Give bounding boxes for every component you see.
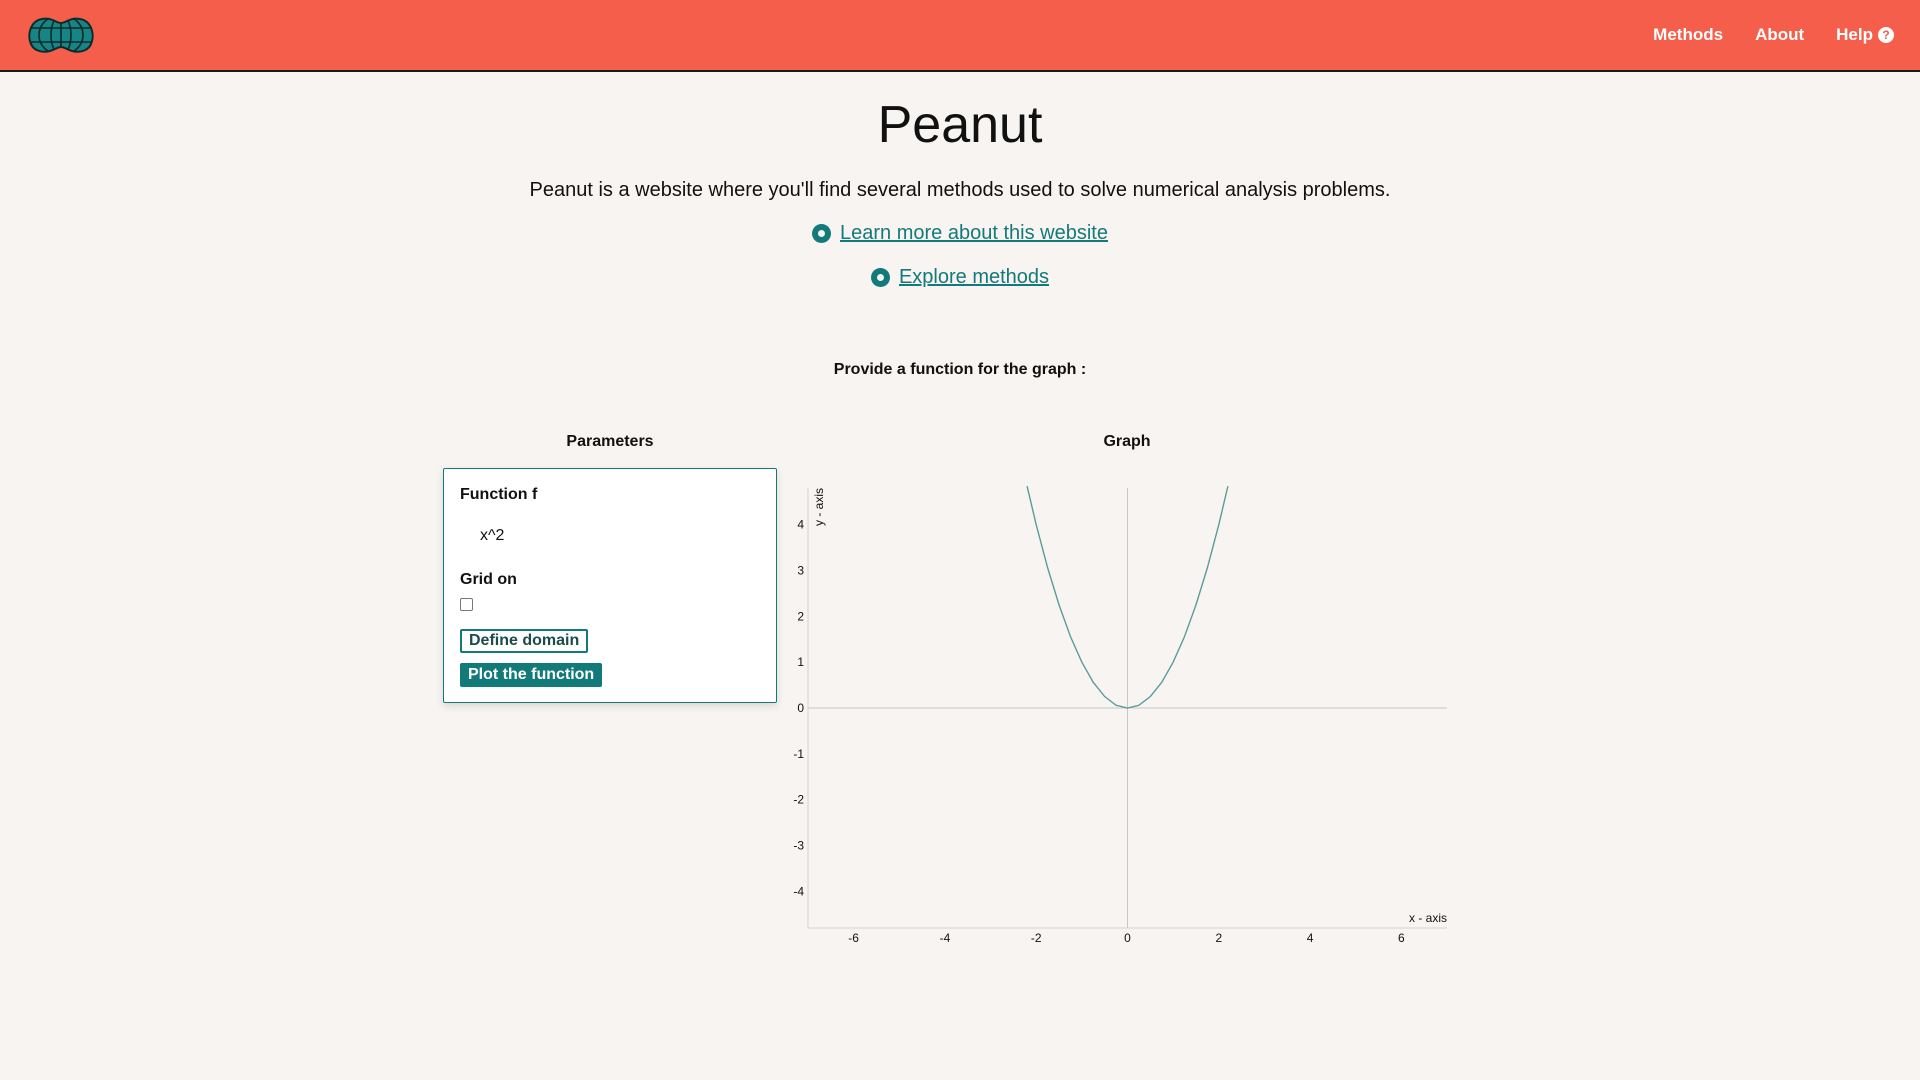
x-tick-label: 6 — [1398, 931, 1405, 945]
y-tick-label: -2 — [793, 793, 804, 807]
plot-function-button[interactable]: Plot the function — [460, 663, 603, 687]
function-graph: -6 -4 -2 0 2 4 6 4 3 2 1 0 -1 -2 -3 -4 x - axis y - axis — [793, 486, 1447, 945]
nav-about-label: About — [1755, 25, 1805, 44]
y-axis-label: y - axis — [812, 488, 826, 526]
x-tick-label: -2 — [1031, 931, 1042, 945]
nav-methods-label: Methods — [1653, 25, 1724, 44]
grid-label: Grid on — [460, 571, 517, 588]
y-tick-label: -4 — [793, 884, 804, 898]
learn-more-row: Learn more about this website — [0, 222, 1920, 245]
nav-links: Methods About Help ? — [1621, 0, 1894, 70]
explore-methods-row: Explore methods — [0, 266, 1920, 289]
graph-heading: Graph — [1103, 433, 1151, 450]
y-tick-label: 2 — [797, 609, 804, 623]
y-tick-label: 3 — [797, 564, 804, 578]
question-circle-icon: ? — [1878, 27, 1894, 43]
learn-more-link[interactable]: Learn more about this website — [840, 222, 1108, 245]
function-label: Function f — [460, 486, 538, 503]
nav-help-label: Help — [1836, 25, 1873, 44]
page-title: Peanut — [877, 96, 1043, 154]
x-tick-label: 2 — [1215, 931, 1222, 945]
define-domain-button[interactable]: Define domain — [460, 629, 589, 653]
nav-methods-link[interactable]: Methods — [1653, 25, 1723, 45]
parameters-heading: Parameters — [566, 433, 654, 450]
y-tick-label: -1 — [793, 747, 804, 761]
x-axis-label: x - axis — [1409, 911, 1447, 925]
function-prompt: Provide a function for the graph : — [833, 361, 1087, 378]
y-tick-label: -3 — [793, 839, 804, 853]
y-tick-label: 4 — [797, 518, 804, 532]
explore-methods-link[interactable]: Explore methods — [899, 266, 1049, 289]
function-input[interactable] — [460, 521, 760, 551]
navbar: Methods About Help ? — [0, 0, 1920, 72]
bullet-icon — [812, 224, 832, 243]
x-tick-label: 0 — [1124, 931, 1131, 945]
parameters-card: Function f Grid on Define domain Plot th… — [443, 468, 777, 703]
x-tick-label: -4 — [940, 931, 951, 945]
nav-help-link[interactable]: Help ? — [1836, 25, 1894, 45]
y-tick-label: 1 — [797, 655, 804, 669]
grid-checkbox[interactable] — [460, 598, 473, 611]
x-tick-label: -6 — [848, 931, 859, 945]
x-tick-label: 4 — [1307, 931, 1314, 945]
nav-about-link[interactable]: About — [1755, 25, 1804, 45]
intro-text: Peanut is a website where you'll find se… — [529, 179, 1391, 201]
bullet-icon — [870, 268, 890, 287]
peanut-logo[interactable] — [28, 15, 94, 55]
y-tick-label: 0 — [797, 701, 804, 715]
